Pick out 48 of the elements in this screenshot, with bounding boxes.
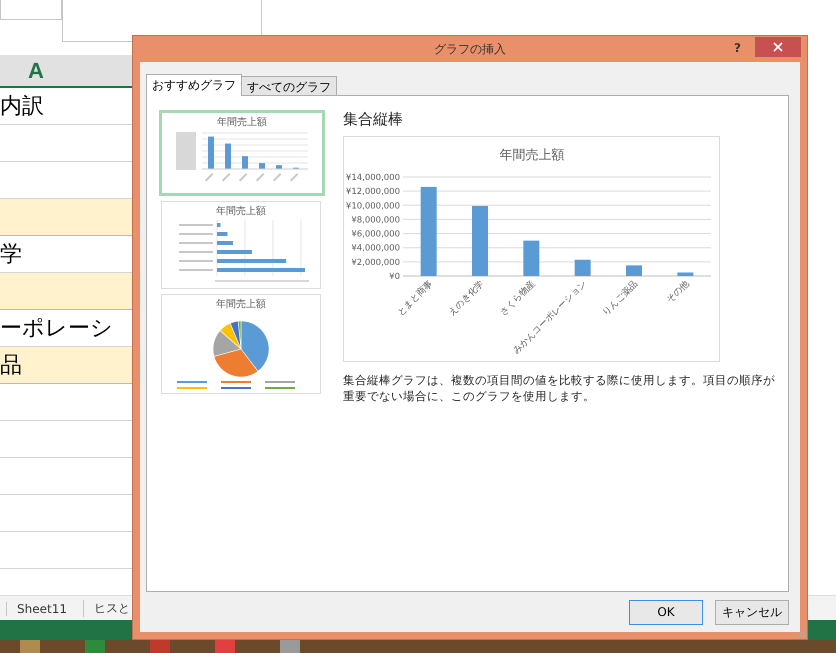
cancel-button[interactable]: キャンセル xyxy=(715,600,789,624)
table-cell-text: ーポレーシ xyxy=(0,315,113,343)
axis-tick-label: ¥0 xyxy=(389,272,400,282)
chart-bar xyxy=(472,206,488,276)
table-cell-text: 内訳 xyxy=(0,93,44,121)
taskbar-app-icon[interactable] xyxy=(85,640,105,653)
axis-tick-label: ¥8,000,000 xyxy=(351,215,400,226)
ok-button[interactable]: OK xyxy=(629,600,703,624)
chart-bar xyxy=(523,240,540,276)
chart-bar xyxy=(574,260,591,276)
sheet-tab[interactable]: Sheet11 xyxy=(6,602,77,616)
category-label: りんご薬品 xyxy=(601,279,640,318)
table-cell-text: 品 xyxy=(0,352,22,380)
axis-tick-label: ¥4,000,000 xyxy=(351,244,400,254)
window-title: グラフの挿入 xyxy=(434,40,506,58)
taskbar-app-icon[interactable] xyxy=(280,640,300,653)
axis-tick-label: ¥12,000,000 xyxy=(346,187,400,198)
chart-thumbnail[interactable]: 年間売上額 xyxy=(161,201,321,289)
chart-type-heading: 集合縦棒 xyxy=(343,110,404,130)
chart-bar xyxy=(626,265,642,276)
category-label: その他 xyxy=(665,279,692,306)
name-box[interactable] xyxy=(0,0,62,20)
thumbnail-title: 年間売上額 xyxy=(217,116,267,129)
taskbar-app-icon[interactable] xyxy=(215,640,235,653)
axis-tick-label: ¥14,000,000 xyxy=(346,173,400,183)
axis-tick-label: ¥6,000,000 xyxy=(351,230,400,240)
tab[interactable]: おすすめグラフ xyxy=(146,74,242,96)
table-cell-text: 学 xyxy=(0,241,22,269)
category-label: さくら物産 xyxy=(498,279,538,318)
close-button[interactable] xyxy=(755,37,801,57)
category-label: えのき化学 xyxy=(447,279,486,318)
taskbar-app-icon[interactable] xyxy=(150,640,170,653)
category-label: とまと商事 xyxy=(396,279,435,318)
chart-title: 年間売上額 xyxy=(500,148,564,163)
chart-thumbnail[interactable]: 年間売上額 xyxy=(159,110,325,196)
tab[interactable]: すべてのグラフ xyxy=(241,76,337,95)
close-icon xyxy=(773,42,783,52)
axis-tick-label: ¥2,000,000 xyxy=(351,258,400,268)
taskbar-app-icon[interactable] xyxy=(20,640,40,653)
chart-bar xyxy=(677,272,694,276)
help-button[interactable]: ? xyxy=(730,39,745,57)
chart-thumbnail[interactable]: 年間売上額 xyxy=(161,294,321,394)
axis-tick-label: ¥10,000,000 xyxy=(346,201,400,212)
thumbnail-title: 年間売上額 xyxy=(216,204,266,218)
thumbnail-title: 年間売上額 xyxy=(216,298,266,311)
resize-grip-icon[interactable] xyxy=(797,629,805,637)
chart-description: 集合縦棒グラフは、複数の項目間の値を比較する際に使用します。項目の順序が重要でない場合に、このグラフを使用します。 xyxy=(343,372,776,404)
column-header[interactable]: A xyxy=(0,55,132,88)
